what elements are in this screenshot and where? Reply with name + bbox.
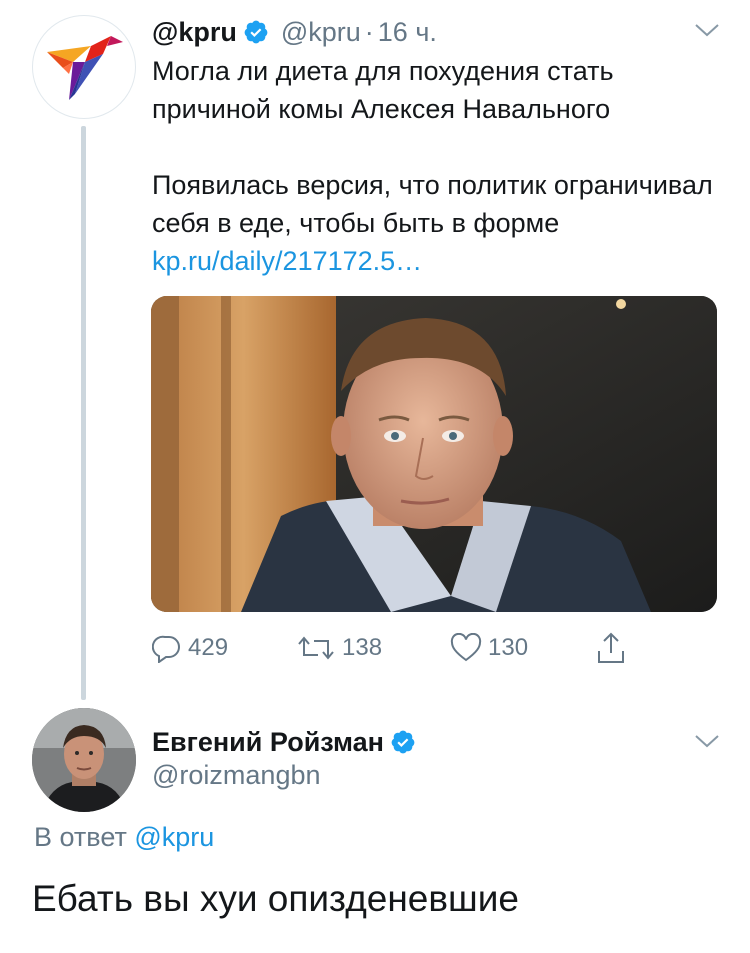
reply-tweet-text: Ебать вы хуи опизденевшие <box>32 878 519 919</box>
like-count: 130 <box>488 634 529 661</box>
parent-tweet-text: Могла ли диета для похудения стать причи… <box>152 52 722 280</box>
retweet-icon <box>298 636 334 660</box>
reply-count: 429 <box>188 634 229 661</box>
tweet-text-paragraph-2: Появилась версия, что политик ограничива… <box>152 166 722 280</box>
article-link[interactable]: kp.ru/daily/217172.5… <box>152 246 422 276</box>
parent-timestamp[interactable]: 16 ч. <box>378 17 437 48</box>
retweet-count: 138 <box>342 634 383 661</box>
kpru-avatar[interactable] <box>32 15 136 119</box>
reply-button[interactable]: 429 <box>152 628 228 668</box>
photo-illustration <box>151 296 717 612</box>
share-button[interactable] <box>596 628 632 668</box>
kp-logo-icon <box>47 36 123 100</box>
reply-tweet-header: Евгений Ройзман <box>152 722 416 762</box>
parent-tweet-header: @kpru @kpru · 16 ч. <box>152 14 437 50</box>
header-separator: · <box>364 16 374 47</box>
in-reply-to: В ответ @kpru <box>34 822 214 853</box>
reply-display-name[interactable]: Евгений Ройзман <box>152 727 384 758</box>
verified-badge-icon <box>244 20 268 44</box>
thread-connector-line <box>81 126 86 700</box>
parent-display-name[interactable]: @kpru <box>152 17 237 48</box>
share-icon <box>598 632 624 663</box>
retweet-button[interactable]: 138 <box>296 628 382 668</box>
caret-down-icon[interactable] <box>694 733 720 749</box>
tweet-text-paragraph-2-body: Появилась версия, что политик ограничива… <box>152 170 713 238</box>
in-reply-to-label: В ответ <box>34 822 127 852</box>
tweet-text-paragraph-1: Могла ли диета для похудения стать причи… <box>152 56 614 124</box>
like-button[interactable]: 130 <box>450 628 528 668</box>
caret-down-icon[interactable] <box>694 22 720 38</box>
parent-handle[interactable]: @kpru <box>281 17 361 48</box>
reply-handle[interactable]: @roizmangbn <box>152 760 321 791</box>
roizman-avatar[interactable] <box>32 708 136 812</box>
tweet-media-photo[interactable] <box>151 296 717 612</box>
tweet-action-bar: 429 138 130 <box>152 628 652 668</box>
verified-badge-icon <box>391 730 415 754</box>
in-reply-to-handle-link[interactable]: @kpru <box>134 822 214 852</box>
avatar-photo <box>32 708 136 812</box>
reply-icon <box>152 635 180 663</box>
like-icon <box>450 633 482 662</box>
